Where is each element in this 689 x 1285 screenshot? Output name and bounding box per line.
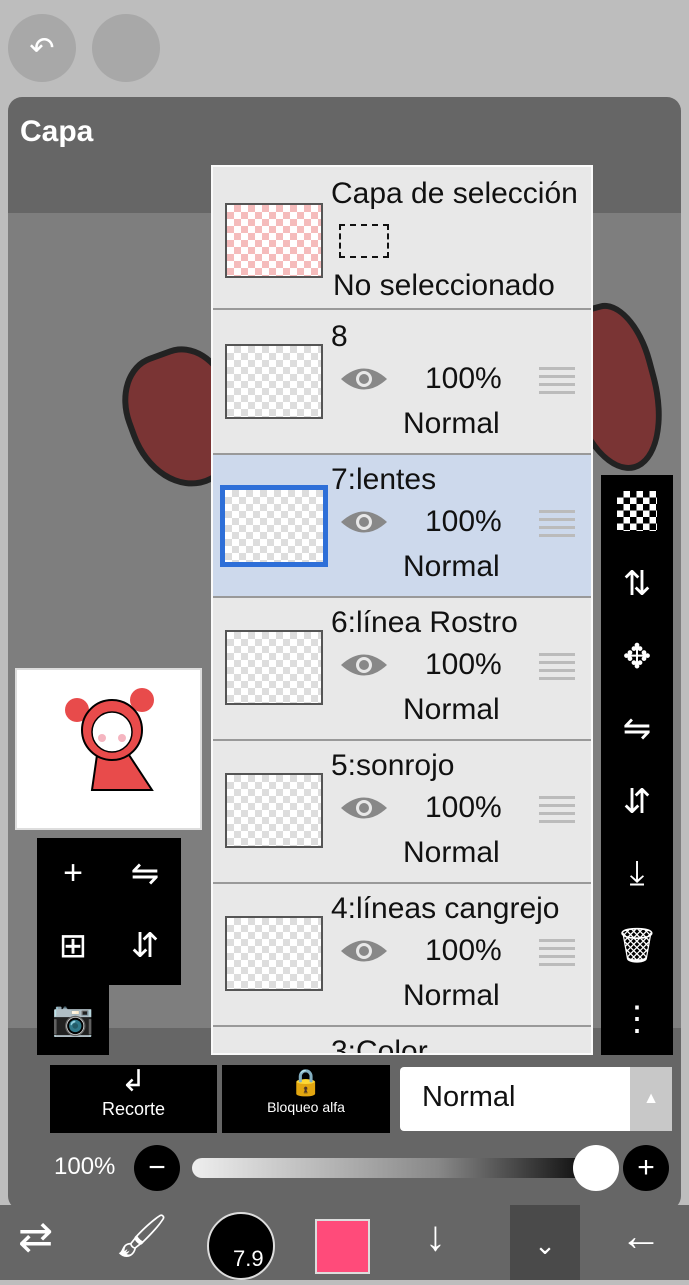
alpha-lock-label: Bloqueo alfa bbox=[267, 1099, 345, 1115]
layer-thumbnail bbox=[220, 485, 328, 567]
blend-mode-value: Normal bbox=[422, 1081, 516, 1113]
left-toolbar-camera: 📷 bbox=[37, 985, 109, 1055]
clipping-label: Recorte bbox=[101, 1099, 166, 1119]
opacity-increase-button[interactable]: + bbox=[623, 1145, 669, 1191]
selection-icon bbox=[339, 224, 389, 258]
undo-button[interactable]: ↶ bbox=[8, 14, 76, 82]
eye-icon[interactable] bbox=[339, 650, 389, 680]
drag-handle-icon[interactable] bbox=[539, 796, 575, 826]
more-icon[interactable]: ⋮ bbox=[620, 999, 654, 1039]
transparency-icon[interactable] bbox=[617, 491, 657, 532]
flip-vertical-icon[interactable]: ⇵ bbox=[623, 782, 652, 822]
layer-blend-mode: Normal bbox=[403, 407, 500, 440]
undo-icon: ↶ bbox=[29, 31, 55, 65]
layer-opacity: 100% bbox=[425, 791, 502, 824]
layer-name: 4:líneas cangrejo bbox=[331, 892, 560, 925]
selection-status: No seleccionado bbox=[333, 269, 555, 302]
layer-blend-mode: Normal bbox=[403, 979, 500, 1012]
layer-row[interactable]: 6:línea Rostro 100% Normal bbox=[213, 598, 591, 741]
redo-button[interactable] bbox=[92, 14, 160, 82]
down-arrow-icon[interactable]: ↓ bbox=[425, 1212, 446, 1260]
layer-opacity: 100% bbox=[425, 362, 502, 395]
flip-layer-horizontal-icon[interactable]: ⇋ bbox=[109, 854, 181, 894]
camera-icon[interactable]: 📷 bbox=[37, 999, 109, 1039]
layer-blend-mode: Normal bbox=[403, 836, 500, 869]
eye-icon[interactable] bbox=[339, 364, 389, 394]
alpha-lock-button[interactable]: 🔒 Bloqueo alfa bbox=[222, 1065, 390, 1133]
layer-thumbnail bbox=[225, 916, 323, 991]
brush-size-value: 7.9 bbox=[233, 1246, 264, 1271]
back-arrow-icon[interactable]: ← bbox=[620, 1212, 662, 1260]
selection-layer-row[interactable]: Capa de selección No seleccionado bbox=[213, 167, 591, 310]
layer-thumbnail bbox=[225, 203, 323, 278]
clipping-icon: ↲ bbox=[120, 1065, 147, 1098]
layer-blend-mode: Normal bbox=[403, 693, 500, 726]
duplicate-layer-icon[interactable]: ⊞ bbox=[37, 926, 109, 966]
clipping-button[interactable]: ↲ Recorte bbox=[50, 1065, 217, 1133]
eye-icon[interactable] bbox=[339, 793, 389, 823]
layer-thumbnail bbox=[225, 344, 323, 419]
layer-thumbnail bbox=[225, 630, 323, 705]
layer-opacity: 100% bbox=[425, 934, 502, 967]
layer-thumbnail bbox=[225, 773, 323, 848]
layer-blend-mode: Normal bbox=[403, 550, 500, 583]
dropdown-arrow-icon: ▲ bbox=[630, 1067, 672, 1131]
layer-row[interactable]: 3:Color bbox=[213, 1027, 591, 1055]
move-icon[interactable]: ✥ bbox=[623, 637, 652, 677]
opacity-label: 100% bbox=[54, 1153, 116, 1180]
layer-name: 7:lentes bbox=[331, 463, 437, 496]
swap-layers-icon[interactable]: ⇅ bbox=[623, 564, 652, 604]
drag-handle-icon[interactable] bbox=[539, 939, 575, 969]
add-layer-icon[interactable]: + bbox=[37, 854, 109, 893]
alpha-lock-icon: 🔒 bbox=[289, 1067, 323, 1097]
opacity-slider[interactable] bbox=[192, 1158, 602, 1178]
layer-name: 5:sonrojo bbox=[331, 749, 455, 782]
drag-handle-icon[interactable] bbox=[539, 510, 575, 540]
opacity-slider-thumb[interactable] bbox=[573, 1145, 619, 1191]
layer-row[interactable]: 5:sonrojo 100% Normal bbox=[213, 741, 591, 884]
merge-down-icon[interactable]: ⤓ bbox=[629, 854, 644, 893]
brush-icon[interactable]: 🖌 bbox=[115, 1212, 168, 1261]
layer-row[interactable]: 8 100% Normal bbox=[213, 312, 591, 455]
panel-title: Capa bbox=[20, 115, 94, 148]
right-toolbar: ⇅ ✥ ⇋ ⇵ ⤓ 🗑 ⋮ bbox=[601, 475, 673, 1055]
opacity-decrease-button[interactable]: − bbox=[134, 1145, 180, 1191]
drag-handle-icon[interactable] bbox=[539, 653, 575, 683]
layer-name: 3:Color bbox=[331, 1035, 428, 1055]
brush-eraser-swap-icon[interactable]: ⇄ bbox=[18, 1212, 53, 1261]
flip-layer-vertical-icon[interactable]: ⇵ bbox=[109, 926, 181, 966]
layer-name: 6:línea Rostro bbox=[331, 606, 518, 639]
blend-mode-select[interactable]: Normal ▲ bbox=[400, 1067, 672, 1131]
layer-name: 8 bbox=[331, 320, 348, 353]
layer-name: Capa de selección bbox=[331, 177, 578, 210]
canvas-preview bbox=[15, 668, 202, 830]
layer-opacity: 100% bbox=[425, 505, 502, 538]
crab-illustration-thumbnail bbox=[65, 688, 154, 791]
eye-icon[interactable] bbox=[339, 936, 389, 966]
flip-horizontal-icon[interactable]: ⇋ bbox=[623, 709, 652, 749]
trash-icon[interactable]: 🗑 bbox=[615, 926, 658, 966]
layer-row[interactable]: 7:lentes 100% Normal bbox=[213, 455, 591, 598]
brush-size-button[interactable]: 7.9 bbox=[207, 1212, 275, 1280]
layer-list[interactable]: Capa de selección No seleccionado 8 100%… bbox=[211, 165, 593, 1055]
layer-row[interactable]: 4:líneas cangrejo 100% Normal bbox=[213, 884, 591, 1027]
layer-opacity: 100% bbox=[425, 648, 502, 681]
color-swatch[interactable] bbox=[315, 1219, 370, 1274]
collapse-icon[interactable]: ⌄ bbox=[510, 1205, 580, 1280]
drag-handle-icon[interactable] bbox=[539, 367, 575, 397]
left-toolbar: + ⇋ ⊞ ⇵ bbox=[37, 838, 181, 985]
eye-icon[interactable] bbox=[339, 507, 389, 537]
